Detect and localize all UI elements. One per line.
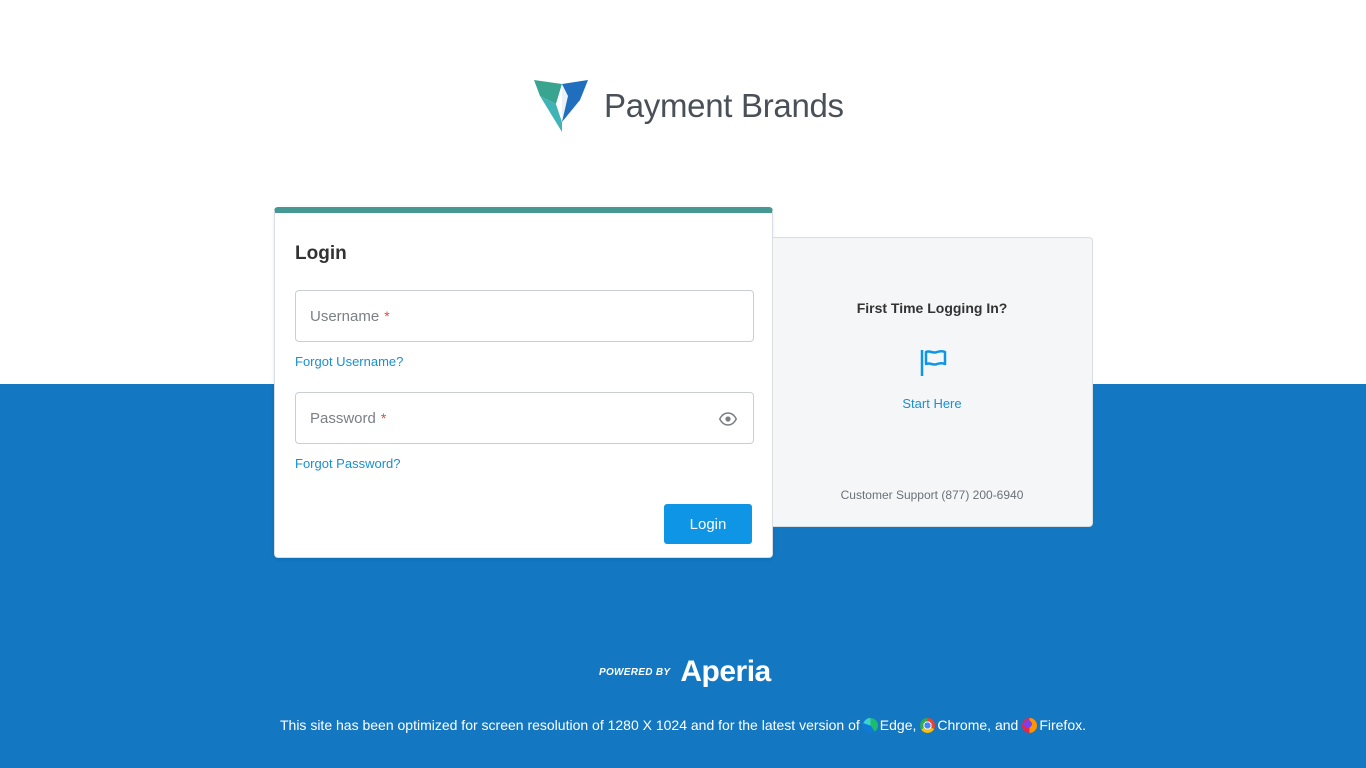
powered-by-label: POWERED BY bbox=[599, 666, 671, 678]
edge-icon bbox=[862, 717, 878, 733]
eye-icon[interactable] bbox=[719, 410, 737, 428]
password-label: Password bbox=[310, 409, 376, 427]
browser-chrome-label: Chrome, and bbox=[937, 717, 1019, 733]
firefox-icon bbox=[1022, 717, 1038, 733]
brand-name: Payment Brands bbox=[604, 87, 844, 124]
customer-support-text: Customer Support (877) 200-6940 bbox=[840, 488, 1024, 502]
first-time-panel: First Time Logging In? Start Here Custom… bbox=[773, 237, 1093, 527]
footer-note: This site has been optimized for screen … bbox=[0, 717, 1366, 733]
first-time-title: First Time Logging In? bbox=[856, 300, 1008, 316]
login-button[interactable]: Login bbox=[664, 504, 752, 544]
flag-icon bbox=[920, 350, 947, 376]
aperia-logo: Aperia bbox=[680, 655, 771, 688]
forgot-username-link[interactable]: Forgot Username? bbox=[295, 354, 403, 369]
shield-logo-icon bbox=[534, 80, 588, 132]
forgot-password-link[interactable]: Forgot Password? bbox=[295, 456, 401, 471]
brand-logo: Payment Brands bbox=[532, 78, 844, 134]
password-input[interactable]: Password * bbox=[295, 392, 754, 444]
chrome-icon bbox=[920, 717, 936, 733]
start-here-link[interactable]: Start Here bbox=[773, 396, 1091, 411]
username-required-mark: * bbox=[384, 308, 390, 324]
login-title: Login bbox=[295, 243, 347, 264]
login-card: Login Username * Forgot Username? Passwo… bbox=[274, 207, 773, 558]
footer-note-text: This site has been optimized for screen … bbox=[279, 717, 860, 733]
username-input[interactable]: Username * bbox=[295, 290, 754, 342]
powered-by-logo: POWERED BY Aperia bbox=[599, 655, 771, 689]
browser-edge-label: Edge, bbox=[879, 717, 917, 733]
browser-firefox-label: Firefox. bbox=[1039, 717, 1086, 733]
username-label: Username bbox=[310, 307, 380, 325]
password-required-mark: * bbox=[380, 410, 387, 426]
